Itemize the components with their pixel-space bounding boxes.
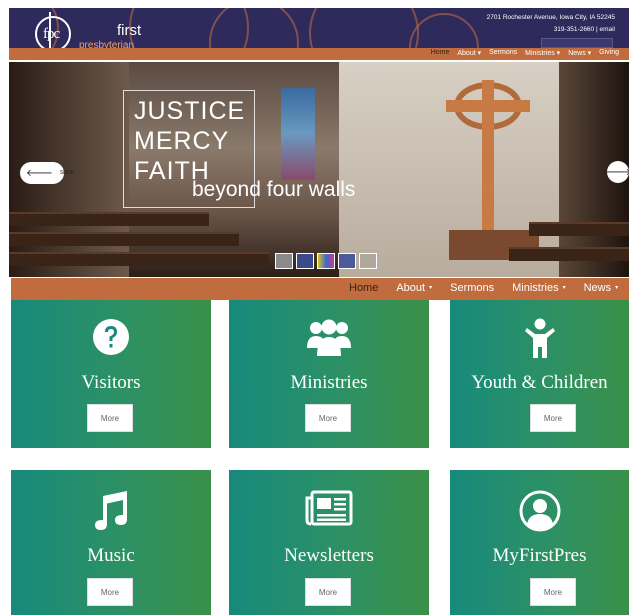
nav-news-label: News: [583, 282, 612, 294]
tile-youth-children[interactable]: Youth & Children More: [450, 300, 629, 448]
pew: [9, 252, 269, 266]
pew: [529, 222, 629, 236]
slide-next-button[interactable]: 🡒: [604, 161, 629, 183]
slide-thumb[interactable]: [296, 253, 314, 269]
arrow-left-icon: 🡐: [26, 168, 53, 179]
top-nav-about[interactable]: About ▾: [457, 49, 481, 57]
more-button[interactable]: More: [305, 578, 351, 606]
slide-prev-button[interactable]: 🡐 SLIDE: [20, 162, 74, 184]
search-input[interactable]: [541, 38, 613, 48]
more-button[interactable]: More: [530, 404, 576, 432]
user-circle-icon: [450, 490, 629, 532]
logo-letters: fpc: [43, 26, 60, 42]
pew: [509, 247, 629, 261]
top-nav-sermons[interactable]: Sermons: [489, 49, 517, 57]
nav-about[interactable]: About ▾: [396, 282, 432, 294]
caret-down-icon: ▾: [562, 285, 566, 291]
nav-about-label: About: [396, 282, 426, 294]
hero-line-mercy: MERCY: [134, 127, 230, 155]
caret-down-icon: ▾: [429, 285, 433, 291]
more-button[interactable]: More: [530, 578, 576, 606]
nav-news[interactable]: News ▾: [584, 282, 619, 294]
more-button[interactable]: More: [87, 578, 133, 606]
logo-icon[interactable]: fpc: [35, 12, 71, 58]
tile-label: Ministries: [290, 372, 368, 393]
more-button[interactable]: More: [87, 404, 133, 432]
hero-hanging-banner: [281, 88, 315, 180]
slide-thumb[interactable]: [338, 253, 356, 269]
question-circle-icon: [11, 318, 211, 356]
top-nav-home[interactable]: Home: [431, 49, 450, 57]
nav-home[interactable]: Home: [349, 282, 378, 294]
tile-label: Newsletters: [284, 545, 374, 566]
tile-music[interactable]: Music More: [11, 470, 211, 615]
more-button[interactable]: More: [305, 404, 351, 432]
church-contact[interactable]: 319-351-2660 | email: [554, 26, 615, 33]
logo-first: first: [117, 22, 142, 39]
caret-down-icon: ▾: [615, 285, 619, 291]
tile-newsletters[interactable]: Newsletters More: [229, 470, 429, 615]
pew: [9, 212, 209, 226]
nav-ministries-label: Ministries: [512, 282, 559, 294]
cross-horizontal: [446, 100, 530, 112]
music-note-icon: [11, 490, 211, 530]
top-nav-news[interactable]: News ▾: [568, 49, 591, 57]
top-nav-bar: Home About ▾ Sermons Ministries ▾ News ▾…: [9, 48, 629, 60]
top-nav-giving[interactable]: Giving: [599, 49, 619, 57]
tile-label: Visitors: [81, 372, 141, 393]
nav-ministries[interactable]: Ministries ▾: [512, 282, 565, 294]
child-icon: [450, 318, 629, 360]
group-icon: [229, 318, 429, 358]
hero-subtitle: beyond four walls: [192, 178, 356, 201]
pew: [9, 232, 239, 246]
slide-prev-label: SLIDE: [59, 170, 75, 176]
tile-label: Music: [87, 545, 135, 566]
top-nav-ministries[interactable]: Ministries ▾: [525, 49, 560, 57]
main-nav-bar: Home About▾ Sermons Ministries▾ News▾ D: [11, 278, 629, 300]
page-root: fpc first presbyterian church 2701 Roche…: [0, 0, 629, 615]
nav-sermons[interactable]: Sermons: [450, 282, 494, 294]
tile-myfirstpres[interactable]: MyFirstPres More: [450, 470, 629, 615]
tile-label: Youth & Children: [471, 372, 608, 393]
tile-visitors[interactable]: Visitors More: [11, 300, 211, 448]
tile-ministries[interactable]: Ministries More: [229, 300, 429, 448]
slide-thumbnails: [275, 253, 377, 269]
hero-line-justice: JUSTICE: [134, 97, 246, 125]
arrow-right-icon: 🡒: [604, 167, 629, 178]
church-address: 2701 Rochester Avenue, Iowa City, IA 522…: [486, 14, 615, 21]
hero-slider: JUSTICE MERCY FAITH beyond four walls 🡐 …: [9, 62, 629, 277]
slide-thumb[interactable]: [317, 253, 335, 269]
newspaper-icon: [229, 490, 429, 526]
tile-label: MyFirstPres: [492, 545, 587, 566]
slide-thumb[interactable]: [275, 253, 293, 269]
slide-thumb[interactable]: [359, 253, 377, 269]
